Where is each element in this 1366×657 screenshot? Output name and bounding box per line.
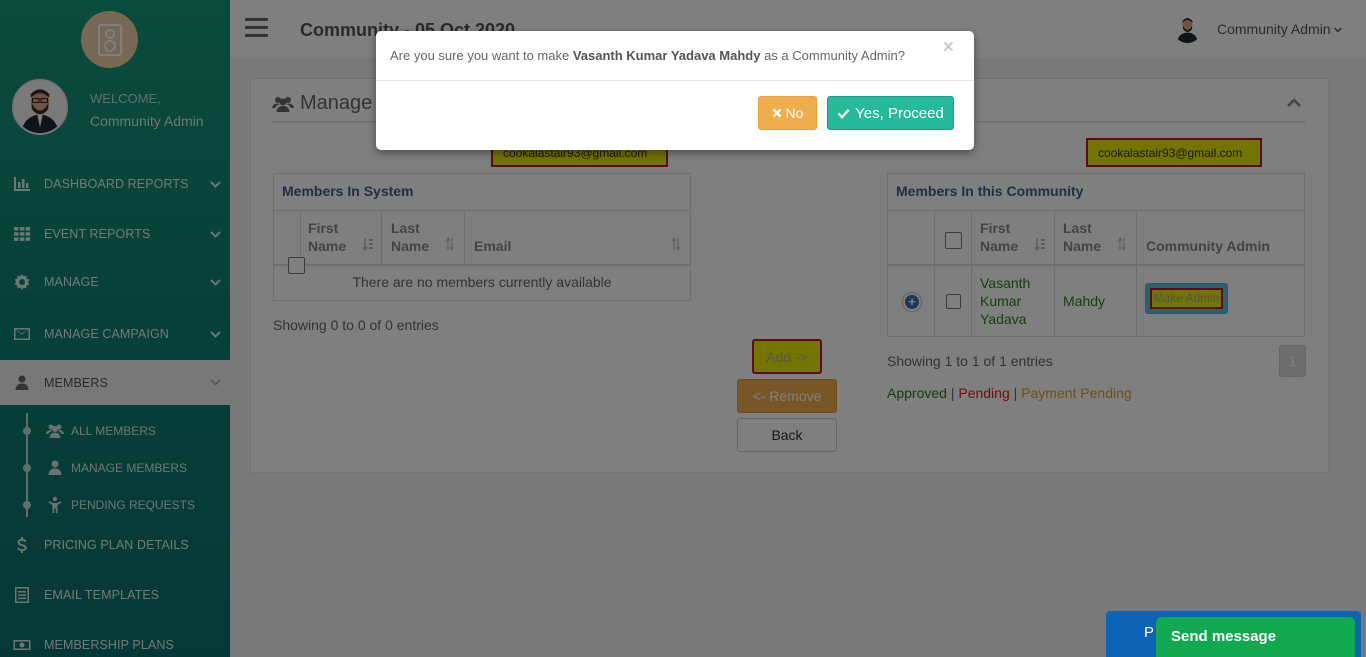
close-icon[interactable]: ×	[943, 37, 954, 59]
confirm-dialog: Are you sure you want to make Vasanth Ku…	[376, 31, 974, 150]
close-icon	[772, 108, 781, 118]
check-icon	[837, 108, 850, 119]
confirm-member-name: Vasanth Kumar Yadava Mahdy	[572, 48, 761, 63]
no-button[interactable]: No	[758, 96, 817, 130]
yes-proceed-button[interactable]: Yes, Proceed	[827, 96, 954, 130]
yes-button-label: Yes, Proceed	[855, 104, 944, 122]
confirm-message-prefix: Are you sure you want to make	[390, 48, 570, 63]
no-button-label: No	[785, 105, 804, 121]
send-message-button[interactable]: Send message	[1156, 617, 1355, 657]
confirm-message: Are you sure you want to make Vasanth Ku…	[390, 48, 905, 63]
confirm-message-suffix: as a Community Admin?	[764, 48, 905, 63]
dialog-divider	[376, 80, 974, 81]
